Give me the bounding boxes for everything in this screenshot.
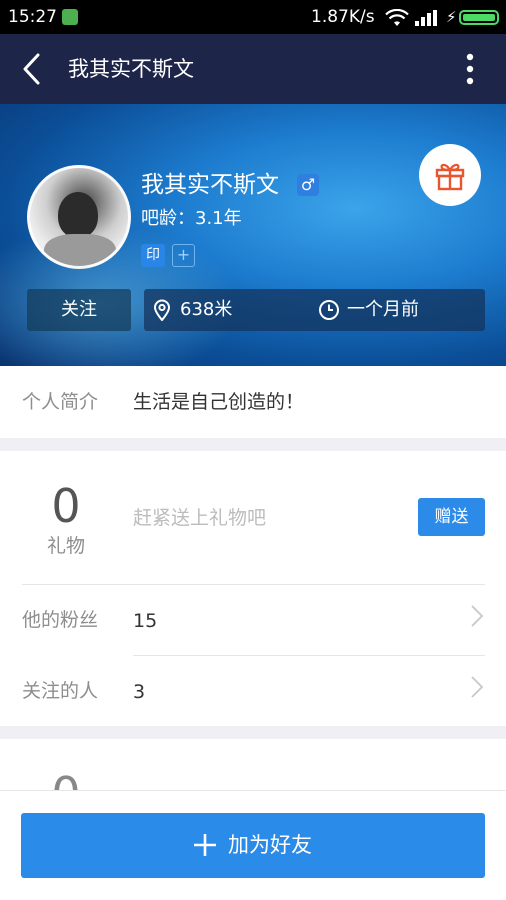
clock-icon xyxy=(319,300,339,320)
last-seen: 一个月前 xyxy=(347,299,419,320)
follow-button[interactable]: 关注 xyxy=(27,289,131,331)
more-menu-icon[interactable] xyxy=(456,50,484,88)
following-label: 关注的人 xyxy=(22,680,99,702)
location-time-box: 638米 一个月前 xyxy=(144,289,485,331)
gift-label: 礼物 xyxy=(46,535,85,557)
charging-icon: ⚡ xyxy=(446,8,457,26)
top-bar: 我其实不斯文 xyxy=(0,34,506,104)
notification-app-icon xyxy=(62,9,78,25)
male-gender-icon: ♂ xyxy=(297,174,319,196)
following-count: 3 xyxy=(133,681,146,703)
gift-prompt: 赶紧送上礼物吧 xyxy=(133,507,267,529)
badge-yin[interactable]: 印 xyxy=(141,244,165,267)
network-speed: 1.87K/s xyxy=(311,7,375,27)
battery-icon xyxy=(459,10,499,25)
location-pin-icon xyxy=(153,299,171,321)
chevron-right-icon xyxy=(471,605,484,627)
gift-icon xyxy=(435,163,465,191)
fans-label: 他的粉丝 xyxy=(22,609,99,631)
avatar-face xyxy=(58,192,98,238)
divider xyxy=(22,584,485,585)
add-friend-button[interactable]: 加为好友 xyxy=(21,813,485,878)
back-arrow-icon[interactable] xyxy=(14,50,50,88)
send-gift-button[interactable]: 赠送 xyxy=(418,498,485,536)
signal-icon xyxy=(415,10,437,26)
page-title: 我其实不斯文 xyxy=(68,57,194,81)
gift-button[interactable] xyxy=(419,144,481,206)
gift-count: 0 xyxy=(51,479,81,533)
divider xyxy=(133,655,485,656)
avatar-body xyxy=(44,234,116,266)
section-gap xyxy=(0,726,506,739)
status-time: 15:27 xyxy=(8,7,57,27)
status-bar: 15:27 1.87K/s ⚡ xyxy=(0,0,506,34)
add-badge-button[interactable]: + xyxy=(172,244,195,267)
bio-text: 生活是自己创造的！ xyxy=(133,391,305,413)
add-friend-label: 加为好友 xyxy=(228,833,312,857)
avatar[interactable] xyxy=(27,165,131,269)
bottom-action-bar: 加为好友 xyxy=(0,790,506,900)
section-gap xyxy=(0,438,506,451)
user-name: 我其实不斯文 xyxy=(141,172,279,198)
plus-icon xyxy=(194,834,216,856)
bio-label: 个人简介 xyxy=(22,391,99,413)
bar-age: 吧龄：3.1年 xyxy=(141,208,242,229)
bio-row: 个人简介 生活是自己创造的！ xyxy=(0,366,506,438)
chevron-right-icon xyxy=(471,676,484,698)
fans-count: 15 xyxy=(133,610,158,632)
profile-header: 我其实不斯文 ♂ 吧龄：3.1年 印 + 关注 638米 一个月前 xyxy=(0,104,506,366)
distance: 638米 xyxy=(180,299,233,320)
wifi-icon xyxy=(385,9,409,26)
